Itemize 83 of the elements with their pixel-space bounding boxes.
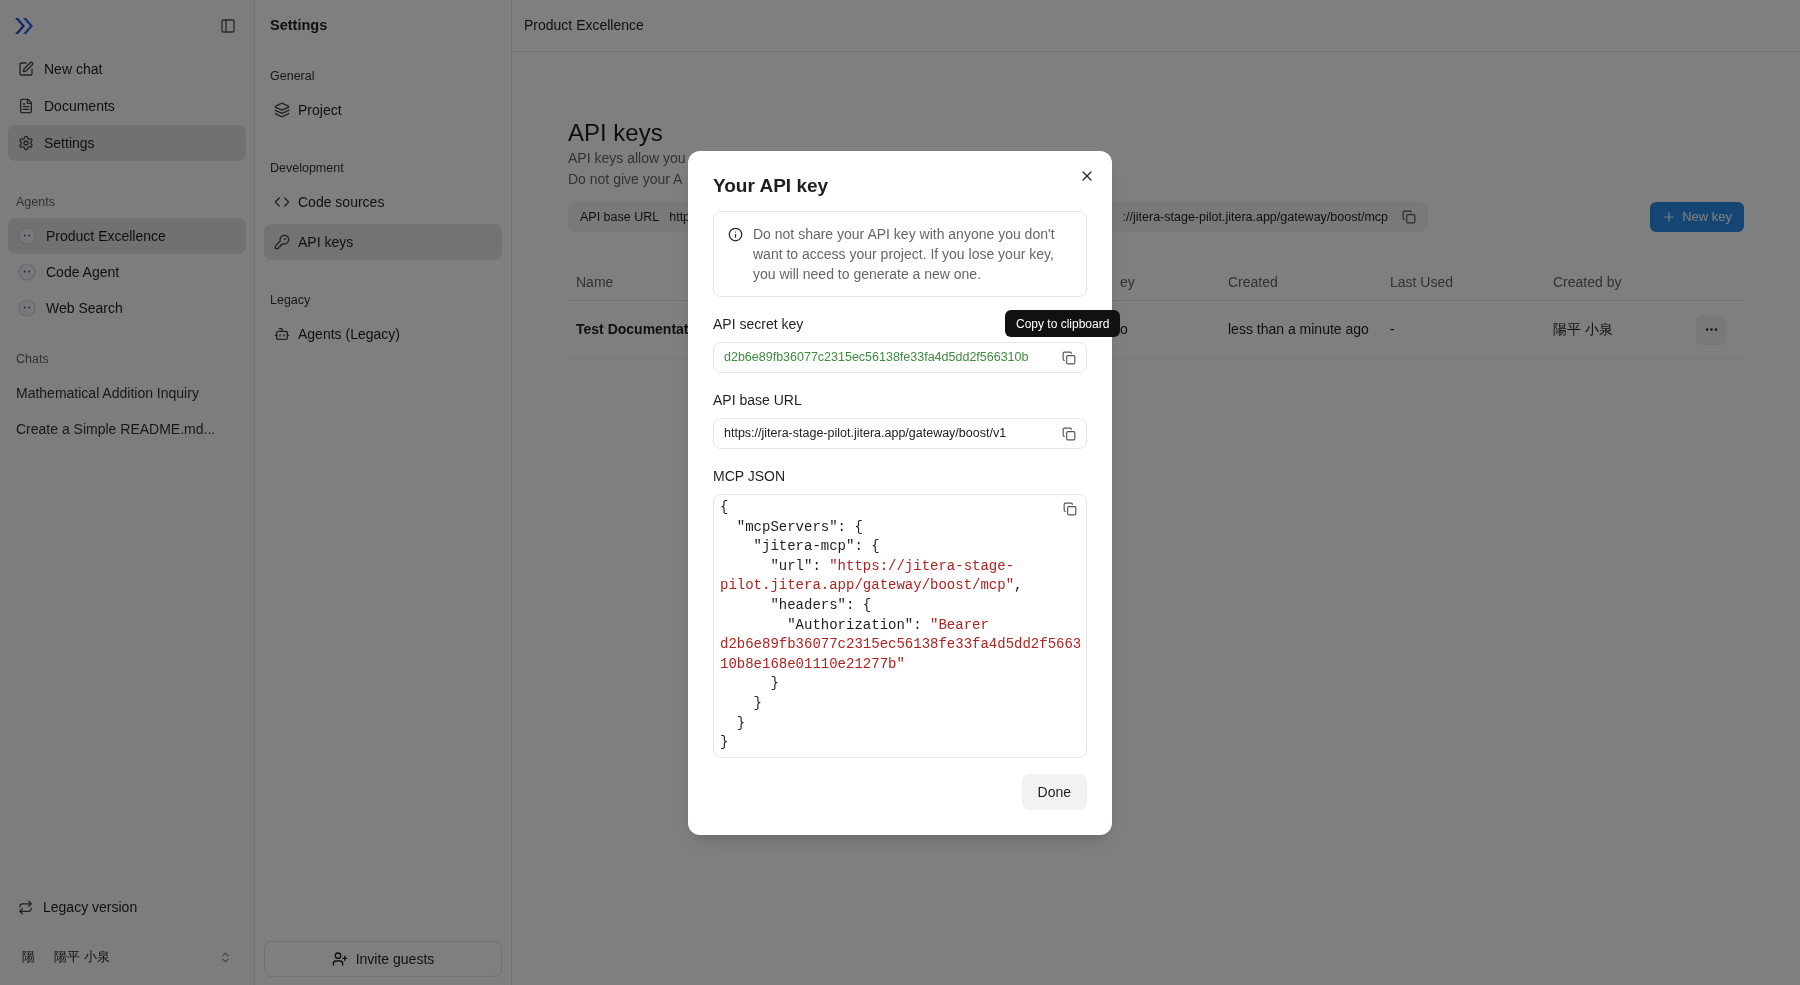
tooltip: Copy to clipboard [1005, 310, 1121, 337]
dialog-title: Your API key [713, 174, 830, 198]
new-key-button[interactable]: New key [1650, 202, 1744, 232]
chat-item[interactable]: Create a Simple README.md... [8, 411, 246, 447]
sidebar-item[interactable]: Documents [8, 88, 246, 124]
sidebar-item[interactable]: Web Search [8, 290, 246, 326]
table-cell-text: - [1390, 320, 1395, 339]
code-line: "Authorization": "Bearer [786, 615, 989, 635]
done-button[interactable]: Done [1021, 774, 1087, 810]
sidebar-toggle-icon[interactable] [220, 17, 236, 34]
base-url-label: API base URL [580, 208, 660, 226]
settings-nav-item[interactable]: Code sources [264, 184, 502, 220]
code-line: "url": "https://jitera-stage- [769, 556, 1015, 576]
code-line: } [769, 674, 779, 694]
copy-icon[interactable] [1063, 502, 1077, 516]
base-url-value: ://jitera-stage-pilot.jitera.app/gateway/boost/mcp [1122, 208, 1388, 226]
agent-avatar-icon [18, 227, 36, 245]
notice-text: Do not share your API key with anyone you don't want to access your project. If you lose your key, you will need to generate a new one. [753, 225, 1056, 284]
page-description: API keys allow you [568, 149, 686, 168]
repeat-icon [18, 899, 33, 915]
section-heading: Legacy [269, 292, 312, 309]
breadcrumb: Product Excellence [524, 16, 644, 35]
key-icon [274, 234, 290, 250]
robot-icon [274, 326, 290, 342]
sidebar-item[interactable]: New chat [8, 51, 246, 87]
page-title: API keys [568, 118, 664, 148]
column-header: ey [1120, 273, 1135, 292]
field-label: API base URL [713, 391, 802, 410]
sidebar-item[interactable]: Settings [8, 125, 246, 161]
settings-nav-item[interactable]: API keys [264, 224, 502, 260]
field-label: MCP JSON [713, 467, 786, 486]
user-avatar: 陽 [22, 948, 36, 967]
code-line: } [735, 713, 746, 733]
code-line: pilot.jitera.app/gateway/boost/mcp", [720, 576, 1023, 596]
secret-key-field[interactable]: d2b6e89fb36077c2315ec56138fe33fa4d5dd2f566310b [713, 342, 1087, 373]
column-header: Name [576, 273, 614, 292]
invite-guests-button[interactable]: Invite guests [264, 941, 502, 977]
url-field[interactable]: https://jitera-stage-pilot.jitera.app/gateway/boost/v1 [713, 418, 1087, 449]
agent-avatar-icon [18, 299, 36, 317]
code-line: "jitera-mcp": { [752, 537, 880, 557]
logo-icon [14, 16, 34, 35]
agent-avatar-icon [18, 263, 36, 281]
user-menu[interactable]: 陽 陽平 小泉 [8, 939, 246, 975]
code-line: { [720, 498, 729, 517]
edit-icon [18, 61, 34, 77]
table-cell-text: 陽平 小泉 [1553, 320, 1613, 339]
legacy-version-link[interactable]: Legacy version [8, 889, 246, 925]
table-cell-text: o [1120, 320, 1128, 339]
copy-icon[interactable] [1062, 350, 1076, 365]
code-icon [274, 194, 290, 210]
code-line: "mcpServers": { [735, 517, 863, 537]
info-icon [728, 227, 743, 242]
field-label: API secret key [713, 315, 804, 334]
table-cell-text: less than a minute ago [1228, 320, 1369, 339]
section-heading: General [269, 68, 316, 85]
copy-icon[interactable] [1402, 210, 1416, 224]
section-heading: Chats [15, 351, 50, 368]
code-line: "headers": { [769, 595, 872, 615]
table-cell-text: Test Documentat [576, 320, 689, 339]
section-heading: Development [269, 160, 345, 177]
panel-title: Settings [269, 16, 329, 36]
settings-icon [18, 135, 34, 151]
sidebar-item[interactable]: Product Excellence [8, 218, 246, 254]
column-header: Created [1228, 273, 1278, 292]
code-line: 10b8e168e01110e21277b" [720, 654, 905, 674]
column-header: Created by [1553, 273, 1622, 292]
settings-nav-item[interactable]: Project [264, 92, 502, 128]
chat-item[interactable]: Mathematical Addition Inquiry [8, 375, 246, 411]
sidebar-item[interactable]: Code Agent [8, 254, 246, 290]
page-description: Do not give your A [568, 170, 683, 189]
column-header: Last Used [1390, 273, 1454, 292]
add-user-icon [331, 951, 348, 967]
chevrons-icon [219, 950, 232, 964]
code-line: } [752, 693, 762, 713]
section-heading: Agents [15, 194, 56, 211]
user-name: 陽平 小泉 [54, 948, 110, 967]
settings-nav-item[interactable]: Agents (Legacy) [264, 316, 502, 352]
code-line: d2b6e89fb36077c2315ec56138fe33fa4d5dd2f5663 [720, 635, 1082, 655]
code-line: } [720, 733, 729, 753]
document-icon [18, 98, 34, 114]
copy-icon[interactable] [1062, 426, 1076, 441]
plus-icon [1662, 210, 1677, 224]
stack-icon [274, 102, 290, 118]
